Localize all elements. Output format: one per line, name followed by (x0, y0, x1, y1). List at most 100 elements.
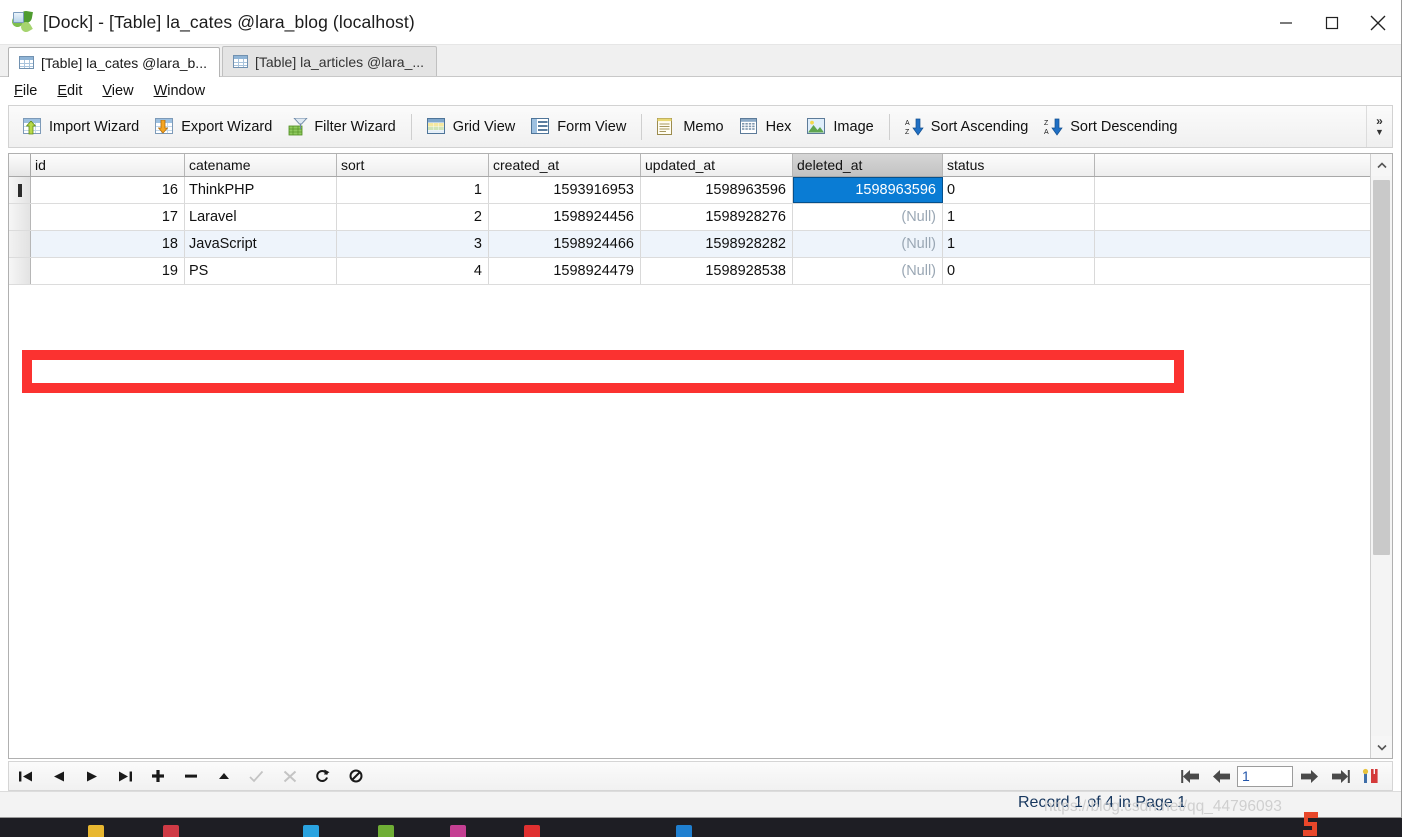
cell-updated-at[interactable]: 1598963596 (641, 177, 793, 203)
taskbar-app-7[interactable] (676, 825, 692, 837)
cell-catename[interactable]: ThinkPHP (185, 177, 337, 203)
filter-wizard-button[interactable]: Filter Wizard (280, 110, 403, 144)
table-row[interactable]: 19 PS 4 1598924479 1598928538 (Null) 0 (9, 258, 1370, 285)
column-header-deleted-at[interactable]: deleted_at (793, 154, 943, 176)
column-header-updated-at[interactable]: updated_at (641, 154, 793, 176)
tab-la-articles[interactable]: [Table] la_articles @lara_... (221, 46, 438, 76)
cell-deleted-at[interactable]: (Null) (793, 204, 943, 230)
cell-status[interactable]: 0 (943, 258, 1095, 284)
memo-button[interactable]: Memo (649, 110, 731, 144)
cell-catename[interactable]: PS (185, 258, 337, 284)
cell-created-at[interactable]: 1593916953 (489, 177, 641, 203)
first-page-button[interactable] (1175, 762, 1206, 790)
cell-deleted-at[interactable]: (Null) (793, 231, 943, 257)
menu-window[interactable]: Window (152, 81, 216, 101)
cell-id[interactable]: 16 (31, 177, 185, 203)
cell-deleted-at[interactable]: (Null) (793, 258, 943, 284)
cell-created-at[interactable]: 1598924456 (489, 204, 641, 230)
edit-record-button[interactable] (207, 762, 240, 790)
scroll-up-button[interactable] (1371, 154, 1392, 176)
cancel-changes-button (273, 762, 306, 790)
windows-taskbar[interactable] (0, 818, 1402, 837)
cell-deleted-at[interactable]: 1598963596 (793, 177, 943, 203)
last-page-button[interactable] (1324, 762, 1355, 790)
sort-ascending-button[interactable]: A Z Sort Ascending (897, 110, 1037, 144)
table-row[interactable]: 16 ThinkPHP 1 1593916953 1598963596 1598… (9, 177, 1370, 204)
hex-icon (739, 117, 760, 136)
row-selector[interactable] (9, 231, 31, 257)
hex-button[interactable]: Hex (732, 110, 800, 144)
column-header-status[interactable]: status (943, 154, 1095, 176)
menu-view[interactable]: View (100, 81, 143, 101)
hex-label: Hex (765, 118, 792, 135)
pagination-settings-button[interactable] (1355, 762, 1386, 790)
cell-status[interactable]: 1 (943, 204, 1095, 230)
cell-sort[interactable]: 2 (337, 204, 489, 230)
scrollbar-thumb[interactable] (1373, 180, 1390, 555)
form-view-button[interactable]: Form View (523, 110, 634, 144)
previous-page-button[interactable] (1206, 762, 1237, 790)
cell-id[interactable]: 18 (31, 231, 185, 257)
scroll-down-button[interactable] (1371, 736, 1392, 758)
page-number-input[interactable]: 1 (1237, 765, 1293, 787)
cell-sort[interactable]: 3 (337, 231, 489, 257)
column-header-sort[interactable]: sort (337, 154, 489, 176)
watermark-text: https://blog.csdn.net/qq_44796093 (1044, 798, 1282, 815)
taskbar-app-5[interactable] (450, 825, 466, 837)
column-header-created-at[interactable]: created_at (489, 154, 641, 176)
cell-sort[interactable]: 1 (337, 177, 489, 203)
table-row[interactable]: 18 JavaScript 3 1598924466 1598928282 (N… (9, 231, 1370, 258)
menu-edit[interactable]: Edit (55, 81, 92, 101)
refresh-button[interactable] (306, 762, 339, 790)
row-selector[interactable] (9, 258, 31, 284)
cell-created-at[interactable]: 1598924466 (489, 231, 641, 257)
taskbar-app-1[interactable] (88, 825, 104, 837)
menu-file[interactable]: File (12, 81, 47, 101)
delete-record-button[interactable] (174, 762, 207, 790)
taskbar-app-4[interactable] (378, 825, 394, 837)
add-record-button[interactable] (141, 762, 174, 790)
maximize-button[interactable] (1309, 0, 1355, 45)
taskbar-app-6[interactable] (524, 825, 540, 837)
column-header-id[interactable]: id (31, 154, 185, 176)
cell-id[interactable]: 19 (31, 258, 185, 284)
minimize-button[interactable] (1263, 0, 1309, 45)
row-selector[interactable] (9, 177, 31, 203)
taskbar-app-3[interactable] (303, 825, 319, 837)
cell-created-at[interactable]: 1598924479 (489, 258, 641, 284)
previous-record-button[interactable] (42, 762, 75, 790)
cell-updated-at[interactable]: 1598928282 (641, 231, 793, 257)
form-view-icon (531, 117, 551, 136)
cell-status[interactable]: 0 (943, 177, 1095, 203)
taskbar-app-2[interactable] (163, 825, 179, 837)
first-record-button[interactable] (9, 762, 42, 790)
next-record-button[interactable] (75, 762, 108, 790)
grid-view-button[interactable]: Grid View (419, 110, 524, 144)
import-wizard-button[interactable]: Import Wizard (15, 110, 147, 144)
image-button[interactable]: Image (799, 110, 881, 144)
cell-sort[interactable]: 4 (337, 258, 489, 284)
sort-ascending-label: Sort Ascending (930, 118, 1029, 135)
cell-updated-at[interactable]: 1598928276 (641, 204, 793, 230)
stop-button[interactable] (339, 762, 372, 790)
cell-id[interactable]: 17 (31, 204, 185, 230)
column-header-catename[interactable]: catename (185, 154, 337, 176)
scrollbar-track[interactable] (1371, 176, 1392, 736)
close-button[interactable] (1355, 0, 1401, 45)
record-navigation-bar: 1 (8, 761, 1393, 791)
tab-la-cates[interactable]: [Table] la_cates @lara_b... (8, 47, 220, 77)
page-number-value: 1 (1242, 768, 1250, 784)
cell-catename[interactable]: JavaScript (185, 231, 337, 257)
apply-changes-button (240, 762, 273, 790)
last-record-button[interactable] (108, 762, 141, 790)
toolbar-overflow-button[interactable]: » ▼ (1366, 106, 1392, 147)
vertical-scrollbar[interactable] (1370, 154, 1392, 758)
sort-descending-button[interactable]: Z A Sort Descending (1036, 110, 1185, 144)
export-wizard-button[interactable]: Export Wizard (147, 110, 280, 144)
cell-status[interactable]: 1 (943, 231, 1095, 257)
cell-catename[interactable]: Laravel (185, 204, 337, 230)
cell-updated-at[interactable]: 1598928538 (641, 258, 793, 284)
next-page-button[interactable] (1293, 762, 1324, 790)
row-selector[interactable] (9, 204, 31, 230)
table-row[interactable]: 17 Laravel 2 1598924456 1598928276 (Null… (9, 204, 1370, 231)
